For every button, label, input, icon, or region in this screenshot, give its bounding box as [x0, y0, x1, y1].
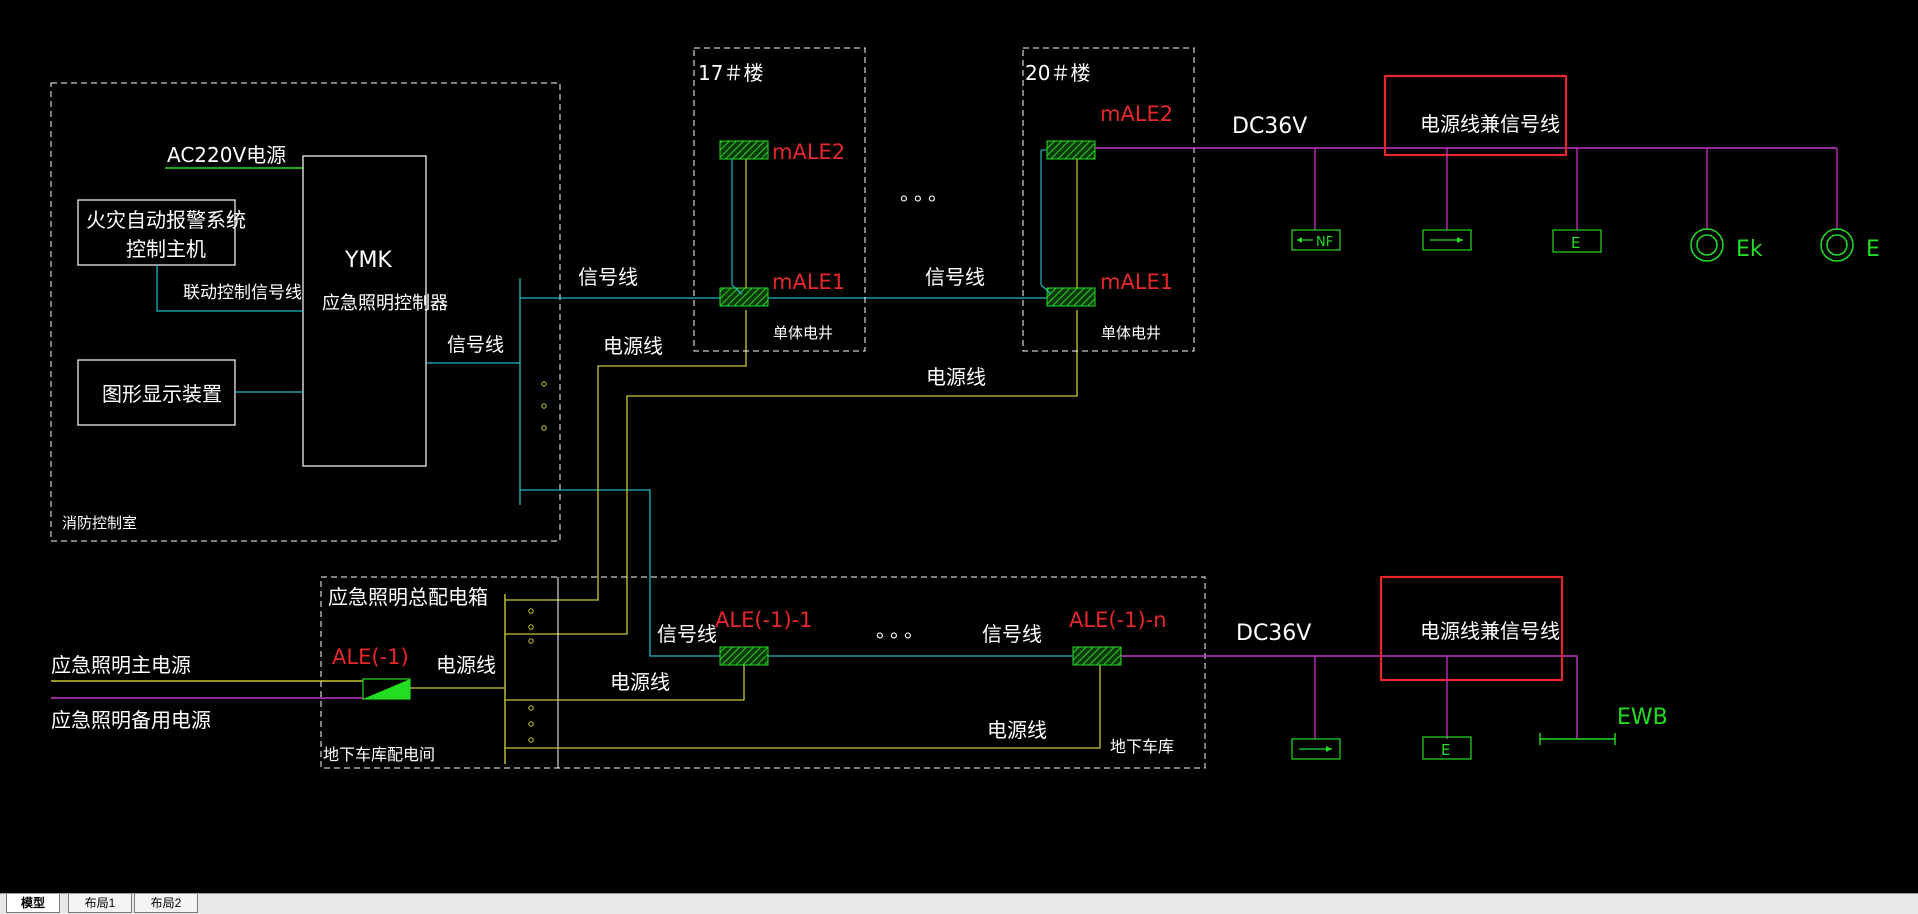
- ale-1-label: ALE(-1)-1: [715, 608, 813, 632]
- lower-exit-sign-e-label: E: [1441, 741, 1450, 759]
- building-20-male2-label: mALE2: [1100, 102, 1173, 126]
- garage-ellipsis: 。。。: [876, 618, 928, 642]
- power-label-ale1: 电源线: [610, 670, 670, 694]
- ale-main-label: ALE(-1): [332, 645, 409, 669]
- layout-tab-bar: 模型 布局1 布局2: [0, 893, 1918, 914]
- ac-source-label: AC220V电源: [167, 143, 286, 167]
- busbar-dot: [528, 608, 534, 614]
- busbar-dot: [528, 737, 534, 743]
- lower-dc-bus: [1121, 655, 1578, 739]
- building-17-male1[interactable]: [719, 287, 769, 307]
- building-17-title: 17＃楼: [698, 61, 763, 85]
- bus-dot: [541, 403, 547, 409]
- exit-sign-nf-label: NF: [1316, 235, 1333, 250]
- emergency-light-ek-icon[interactable]: Ek: [1690, 228, 1763, 262]
- alarm-host-line1: 火灾自动报警系统: [86, 208, 246, 232]
- alarm-host-line2: 控制主机: [126, 237, 206, 261]
- power-label-b: 电源线: [926, 365, 986, 389]
- fire-control-room: 消防控制室 AC220V电源 火灾自动报警系统 控制主机 图形显示装置 YMK …: [50, 82, 561, 542]
- emergency-light-e-label: E: [1866, 237, 1880, 262]
- lower-highlight-label: 电源线兼信号线: [1420, 619, 1560, 643]
- busbar-dot: [528, 638, 534, 644]
- fire-control-room-label: 消防控制室: [62, 514, 137, 532]
- ewb-label: EWB: [1617, 705, 1668, 730]
- panel-power-label: 电源线: [436, 653, 496, 677]
- garage-signal-label-1: 信号线: [657, 622, 717, 646]
- ymk-controller-code: YMK: [344, 248, 392, 273]
- building-17: 17＃楼 mALE2 mALE1 单体电井: [693, 47, 866, 352]
- bus-dot: [541, 425, 547, 431]
- exit-sign-e-icon[interactable]: E: [1422, 736, 1472, 760]
- ale-main-switch-icon[interactable]: [362, 678, 411, 700]
- building-20-male2[interactable]: [1046, 140, 1096, 160]
- building-20-male1[interactable]: [1046, 287, 1096, 307]
- cad-drawing-canvas[interactable]: 消防控制室 AC220V电源 火灾自动报警系统 控制主机 图形显示装置 YMK …: [0, 0, 1918, 893]
- ale-n-box[interactable]: [1072, 646, 1122, 666]
- signal-label-b: 信号线: [925, 265, 985, 289]
- building-17-riser-signal: [731, 159, 743, 295]
- lower-dc-voltage: DC36V: [1236, 621, 1311, 646]
- controller-signal-label: 信号线: [447, 334, 504, 356]
- distribution-title: 应急照明总配电箱: [328, 585, 488, 609]
- tab-layout1[interactable]: 布局1: [68, 894, 132, 913]
- power-label-a: 电源线: [603, 334, 663, 358]
- building-17-male2[interactable]: [719, 140, 769, 160]
- upper-dc-branch: DC36V 电源线兼信号线 NF E Ek E: [1095, 74, 1880, 262]
- busbar-dot: [528, 721, 534, 727]
- fire-control-room-boundary: [50, 82, 561, 542]
- signal-label-a: 信号线: [578, 265, 638, 289]
- building-17-shaft: 单体电井: [773, 324, 833, 342]
- exit-sign-arrow-icon[interactable]: [1422, 229, 1472, 251]
- building-20-shaft: 单体电井: [1101, 324, 1161, 342]
- emergency-light-e-icon[interactable]: E: [1820, 228, 1880, 262]
- building-17-male1-label: mALE1: [772, 270, 845, 294]
- exit-sign-nf-icon[interactable]: NF: [1291, 229, 1341, 251]
- distribution-panel: 应急照明总配电箱 地下车库配电间 应急照明主电源 应急照明备用电源 ALE(-1…: [51, 576, 1206, 769]
- tab-model[interactable]: 模型: [6, 894, 60, 913]
- backup-source-label: 应急照明备用电源: [51, 708, 211, 732]
- bus-dot: [541, 381, 547, 387]
- garage-signal-label-2: 信号线: [982, 622, 1042, 646]
- ale-1-box[interactable]: [719, 646, 769, 666]
- exit-sign-e-icon[interactable]: E: [1552, 229, 1602, 253]
- upper-highlight-label: 电源线兼信号线: [1420, 112, 1560, 136]
- busbar-dot: [528, 705, 534, 711]
- distribution-room: 地下车库配电间: [323, 745, 435, 764]
- ymk-controller-name: 应急照明控制器: [322, 293, 448, 314]
- emergency-light-ek-label: Ek: [1736, 237, 1763, 262]
- ale-n-label: ALE(-1)-n: [1069, 608, 1167, 632]
- building-17-male2-label: mALE2: [772, 140, 845, 164]
- main-source-label: 应急照明主电源: [51, 653, 191, 677]
- link-signal-label: 联动控制信号线: [183, 283, 302, 303]
- buildings-ellipsis: 。。。: [900, 181, 952, 205]
- busbar-dot: [528, 624, 534, 630]
- lower-dc-branch: DC36V 电源线兼信号线 E EWB: [1121, 575, 1668, 760]
- exit-sign-e-label: E: [1571, 234, 1580, 252]
- power-line-20: [534, 310, 1078, 635]
- upper-dc-voltage: DC36V: [1232, 114, 1307, 139]
- garage-label: 地下车库: [1110, 737, 1174, 756]
- building-20-riser-signal: [1040, 150, 1052, 295]
- graphic-display-label: 图形显示装置: [102, 382, 222, 406]
- power-label-alen: 电源线: [987, 718, 1047, 742]
- tab-layout2[interactable]: 布局2: [134, 894, 198, 913]
- building-20: 20＃楼 mALE2 mALE1 单体电井: [1022, 47, 1195, 352]
- building-20-title: 20＃楼: [1025, 61, 1090, 85]
- exit-sign-arrow-icon[interactable]: [1291, 738, 1341, 760]
- building-20-male1-label: mALE1: [1100, 270, 1173, 294]
